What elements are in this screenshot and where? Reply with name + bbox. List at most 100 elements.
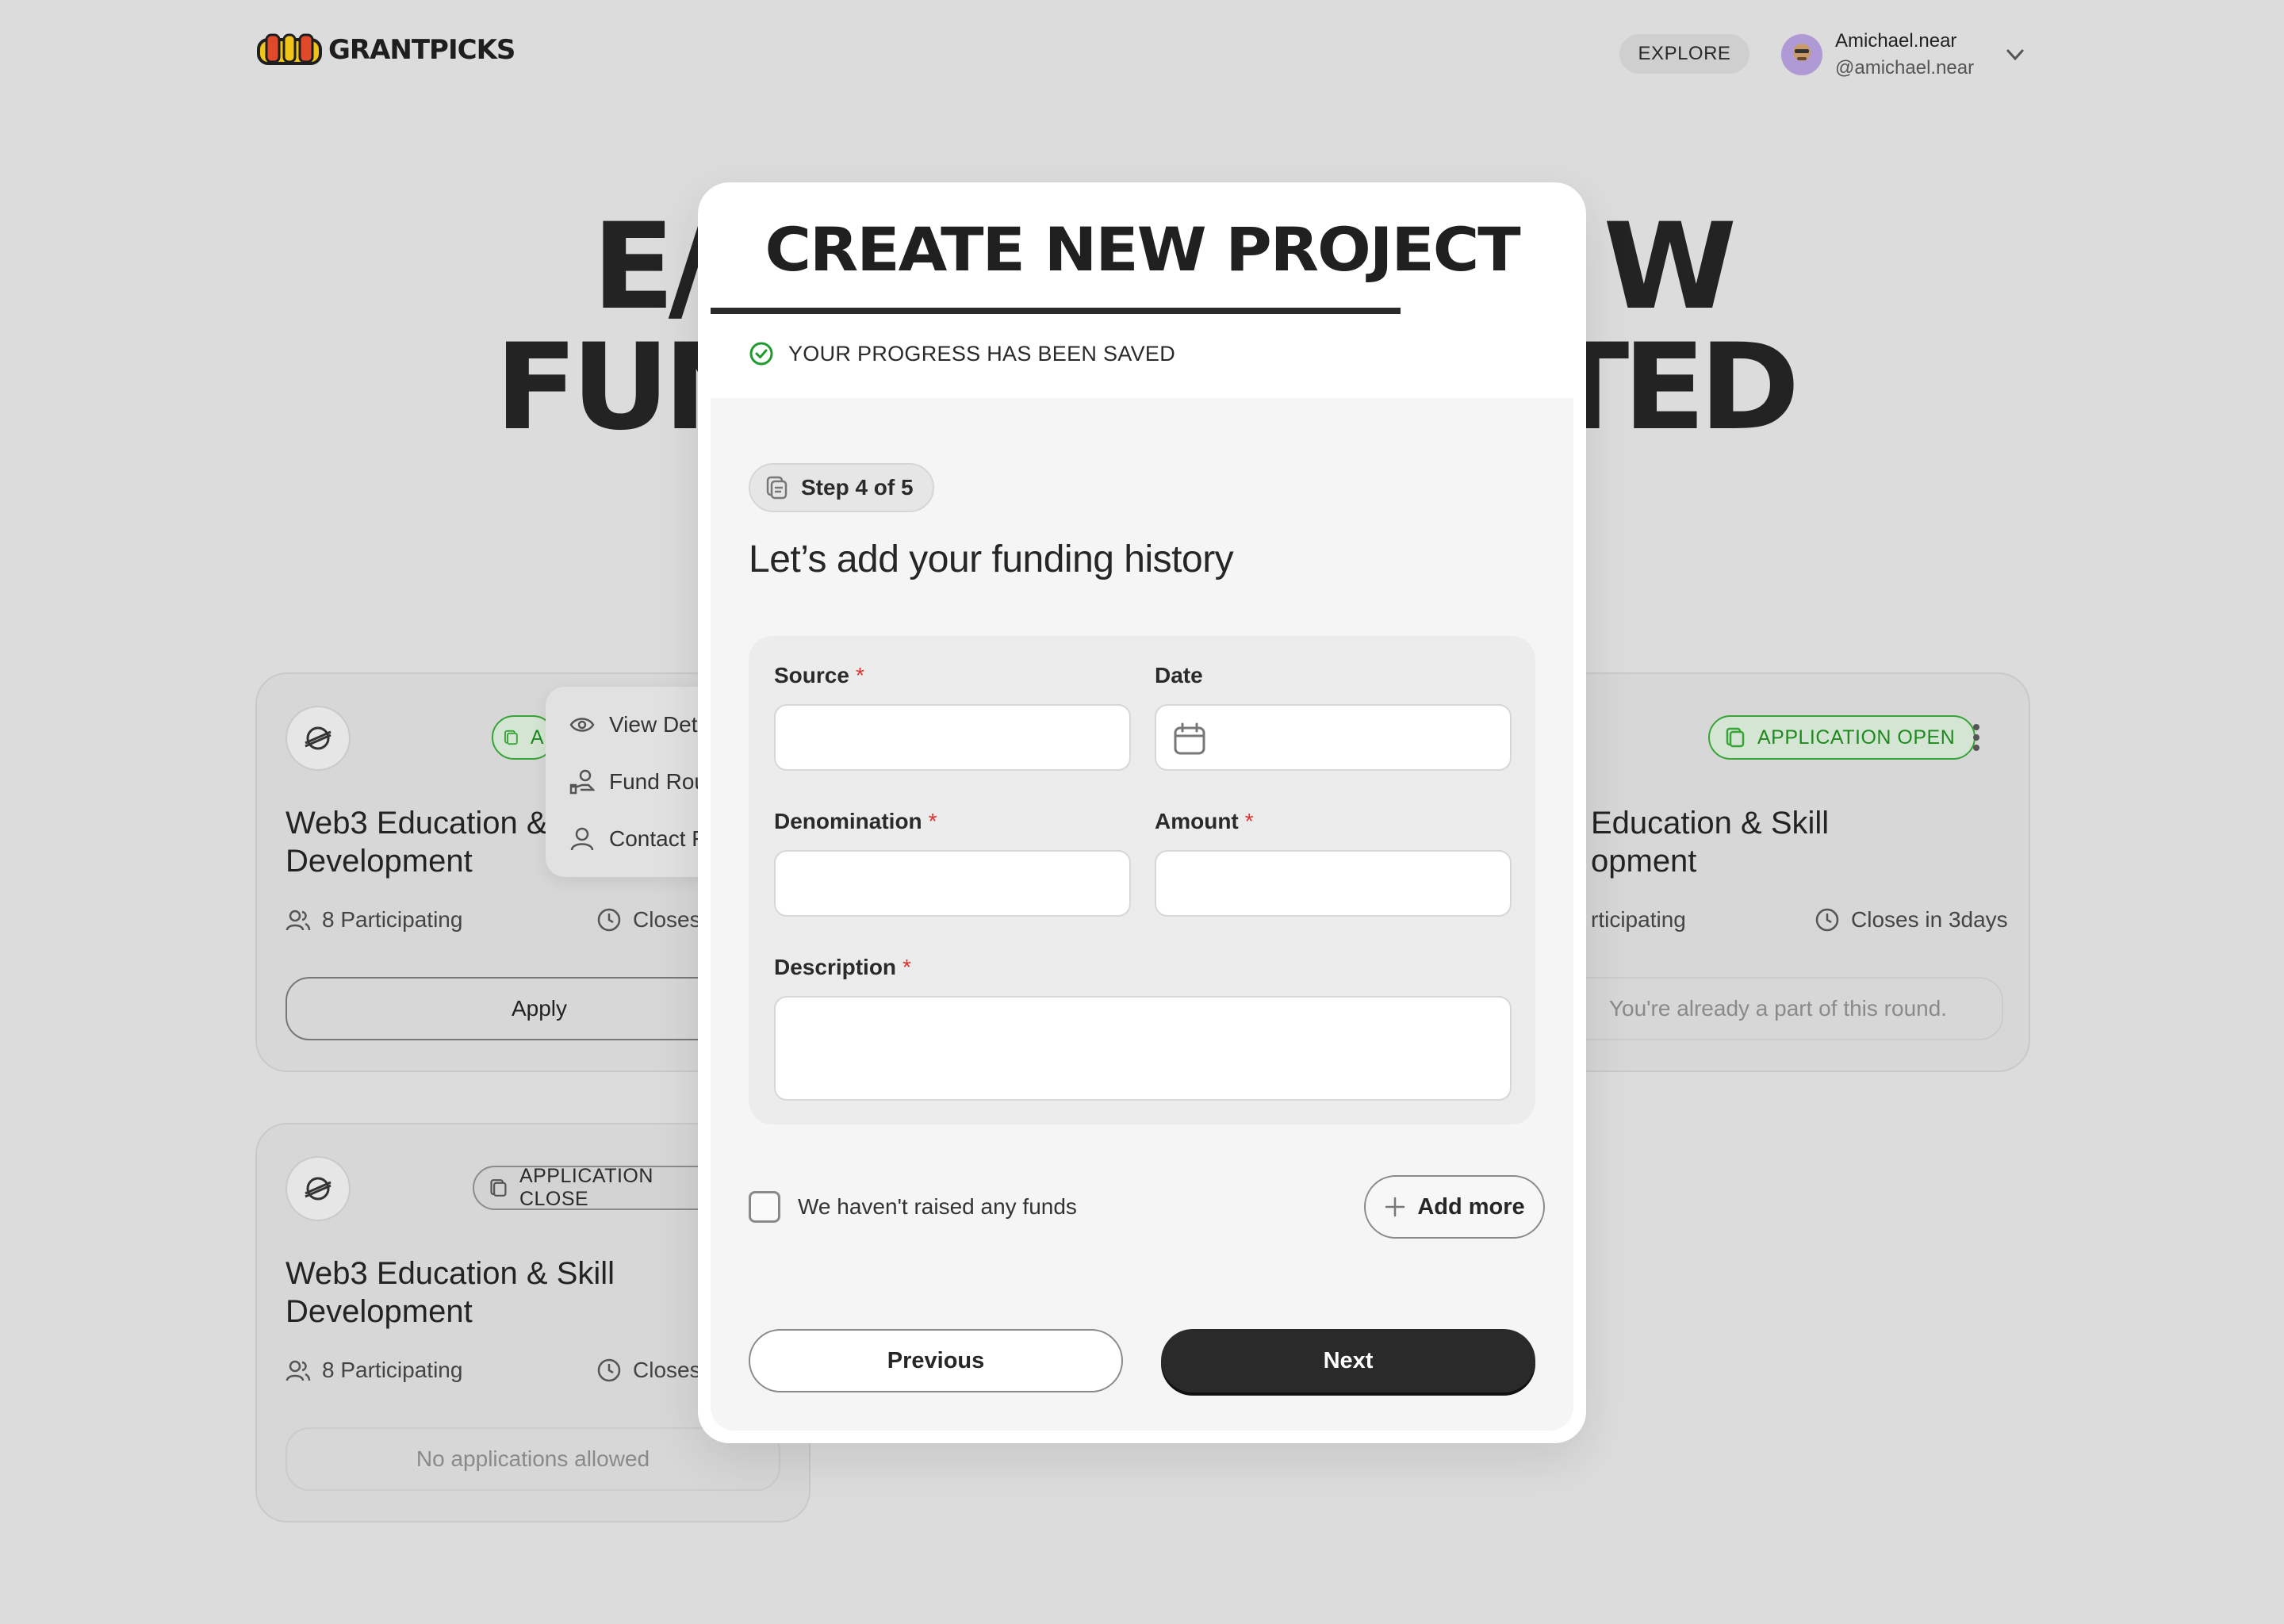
step-label: Step 4 of 5 (801, 475, 914, 500)
no-applications-notice: No applications allowed (286, 1427, 780, 1491)
documents-icon (504, 730, 518, 745)
plus-icon (1385, 1197, 1405, 1217)
documents-icon (490, 1179, 507, 1197)
progress-saved-notice: YOUR PROGRESS HAS BEEN SAVED (749, 341, 1175, 366)
closes-label: Closes (633, 1358, 701, 1382)
users-icon (286, 1360, 311, 1381)
menu-item-fund-round[interactable]: Fund Rou (569, 769, 707, 795)
participants-count: 8 Participating (286, 907, 462, 933)
no-funds-checkbox[interactable] (749, 1191, 780, 1223)
closes-label: Closes (633, 907, 701, 932)
amount-label: Amount * (1155, 809, 1254, 834)
next-button[interactable]: Next (1161, 1329, 1535, 1392)
description-label: Description * (774, 955, 911, 980)
user-handle: @amichael.near (1835, 57, 1975, 79)
source-label-text: Source (774, 663, 849, 688)
required-asterisk: * (855, 663, 864, 688)
menu-item-label: Fund Rou (609, 769, 707, 794)
calendar-icon (1174, 722, 1205, 755)
round-title-line-2: Development (286, 844, 473, 879)
description-textarea[interactable] (774, 996, 1512, 1101)
status-badge: APPLICATION CLOSE (473, 1165, 726, 1210)
create-project-modal: CREATE NEW PROJECT YOUR PROGRESS HAS BEE… (698, 182, 1586, 1443)
round-title-line-1: Web3 Education & S (286, 806, 578, 841)
menu-item-view-details[interactable]: View Det (569, 712, 698, 737)
more-options-icon[interactable] (1970, 723, 1983, 752)
amount-label-text: Amount (1155, 809, 1239, 833)
required-asterisk: * (902, 955, 911, 979)
user-identity: Amichael.near @amichael.near (1835, 30, 1974, 79)
funding-entry-form: Source * Date Denomination * Amount * De… (749, 636, 1535, 1124)
required-asterisk: * (1244, 809, 1254, 833)
logo-mark-icon (257, 33, 322, 65)
round-title-line-2: opment (1591, 844, 1697, 879)
source-label: Source * (774, 663, 864, 688)
previous-button[interactable]: Previous (749, 1329, 1123, 1392)
documents-icon (1726, 727, 1745, 748)
documents-icon (766, 476, 788, 500)
closes-info: Closes (596, 907, 701, 933)
hand-coin-icon (569, 769, 595, 795)
avatar (1781, 34, 1822, 75)
users-icon (286, 910, 311, 931)
status-badge: APPLICATION OPEN (1708, 715, 1976, 760)
modal-body: Step 4 of 5 Let’s add your funding histo… (711, 398, 1573, 1431)
description-label-text: Description (774, 955, 897, 979)
participants-label: rticipating (1591, 907, 1686, 932)
clock-icon (597, 1358, 621, 1382)
grantpicks-logo[interactable]: GRANTPICKS (255, 30, 515, 70)
modal-title: CREATE NEW PROJECT (765, 214, 1520, 285)
check-circle-icon (749, 342, 773, 366)
menu-item-label: View Det (609, 712, 698, 737)
round-title: Web3 Education & S Development (286, 804, 577, 880)
round-title-line-2: Development (286, 1294, 473, 1329)
user-name: Amichael.near (1835, 30, 1957, 52)
step-heading: Let’s add your funding history (749, 538, 1234, 580)
round-title-line-1: Education & Skill (1591, 806, 1830, 841)
status-badge-label: APPLICATION OPEN (1757, 726, 1956, 749)
hero-line1-right: W (1603, 198, 1737, 336)
date-input[interactable] (1155, 704, 1512, 771)
round-title-line-1: Web3 Education & Skill (286, 1256, 615, 1291)
user-menu[interactable]: Amichael.near @amichael.near (1781, 30, 2026, 79)
stellar-logo-icon (286, 1156, 351, 1221)
participants-count: 8 Participating (286, 1358, 462, 1383)
required-asterisk: * (928, 809, 937, 833)
stellar-logo-icon (286, 706, 351, 771)
date-label-text: Date (1155, 663, 1203, 688)
closes-label: Closes in 3days (1851, 907, 2008, 932)
logo-text: GRANTPICKS (328, 34, 515, 66)
amount-input[interactable] (1155, 850, 1512, 917)
menu-item-contact[interactable]: Contact F (569, 826, 705, 852)
denomination-label: Denomination * (774, 809, 937, 834)
denomination-label-text: Denomination (774, 809, 922, 833)
round-title: Web3 Education & Skill Development (286, 1254, 615, 1331)
closes-info: Closes in 3days (1815, 907, 2008, 933)
add-more-label: Add more (1417, 1193, 1525, 1220)
eye-icon (569, 718, 595, 732)
hero-line1-left: E/ (592, 198, 712, 336)
no-funds-option[interactable]: We haven't raised any funds (749, 1191, 1077, 1223)
clock-icon (1815, 908, 1839, 932)
avatar-face-icon (1793, 44, 1811, 61)
top-navigation-bar: GRANTPICKS EXPLORE Amichael.near @amicha… (0, 0, 2284, 111)
source-input[interactable] (774, 704, 1131, 771)
participants-count: rticipating (1591, 907, 1686, 933)
chevron-down-icon[interactable] (2004, 44, 2026, 66)
closes-info: Closes (596, 1358, 701, 1383)
already-participating-notice: You're already a part of this round. (1553, 977, 2003, 1040)
no-funds-label: We haven't raised any funds (798, 1194, 1077, 1219)
status-badge-label: A (530, 726, 544, 749)
round-card[interactable]: APPLICATION OPEN Education & Skill opmen… (1523, 672, 2030, 1072)
step-indicator: Step 4 of 5 (749, 463, 934, 512)
progress-bar (711, 308, 1401, 314)
saved-text: YOUR PROGRESS HAS BEEN SAVED (788, 341, 1176, 366)
add-more-button[interactable]: Add more (1364, 1175, 1545, 1239)
explore-button[interactable]: EXPLORE (1619, 34, 1749, 74)
status-badge-label: APPLICATION CLOSE (519, 1165, 653, 1210)
round-title: Education & Skill opment (1591, 804, 1829, 880)
denomination-input[interactable] (774, 850, 1131, 917)
date-label: Date (1155, 663, 1203, 688)
person-icon (570, 827, 594, 851)
clock-icon (597, 908, 621, 932)
